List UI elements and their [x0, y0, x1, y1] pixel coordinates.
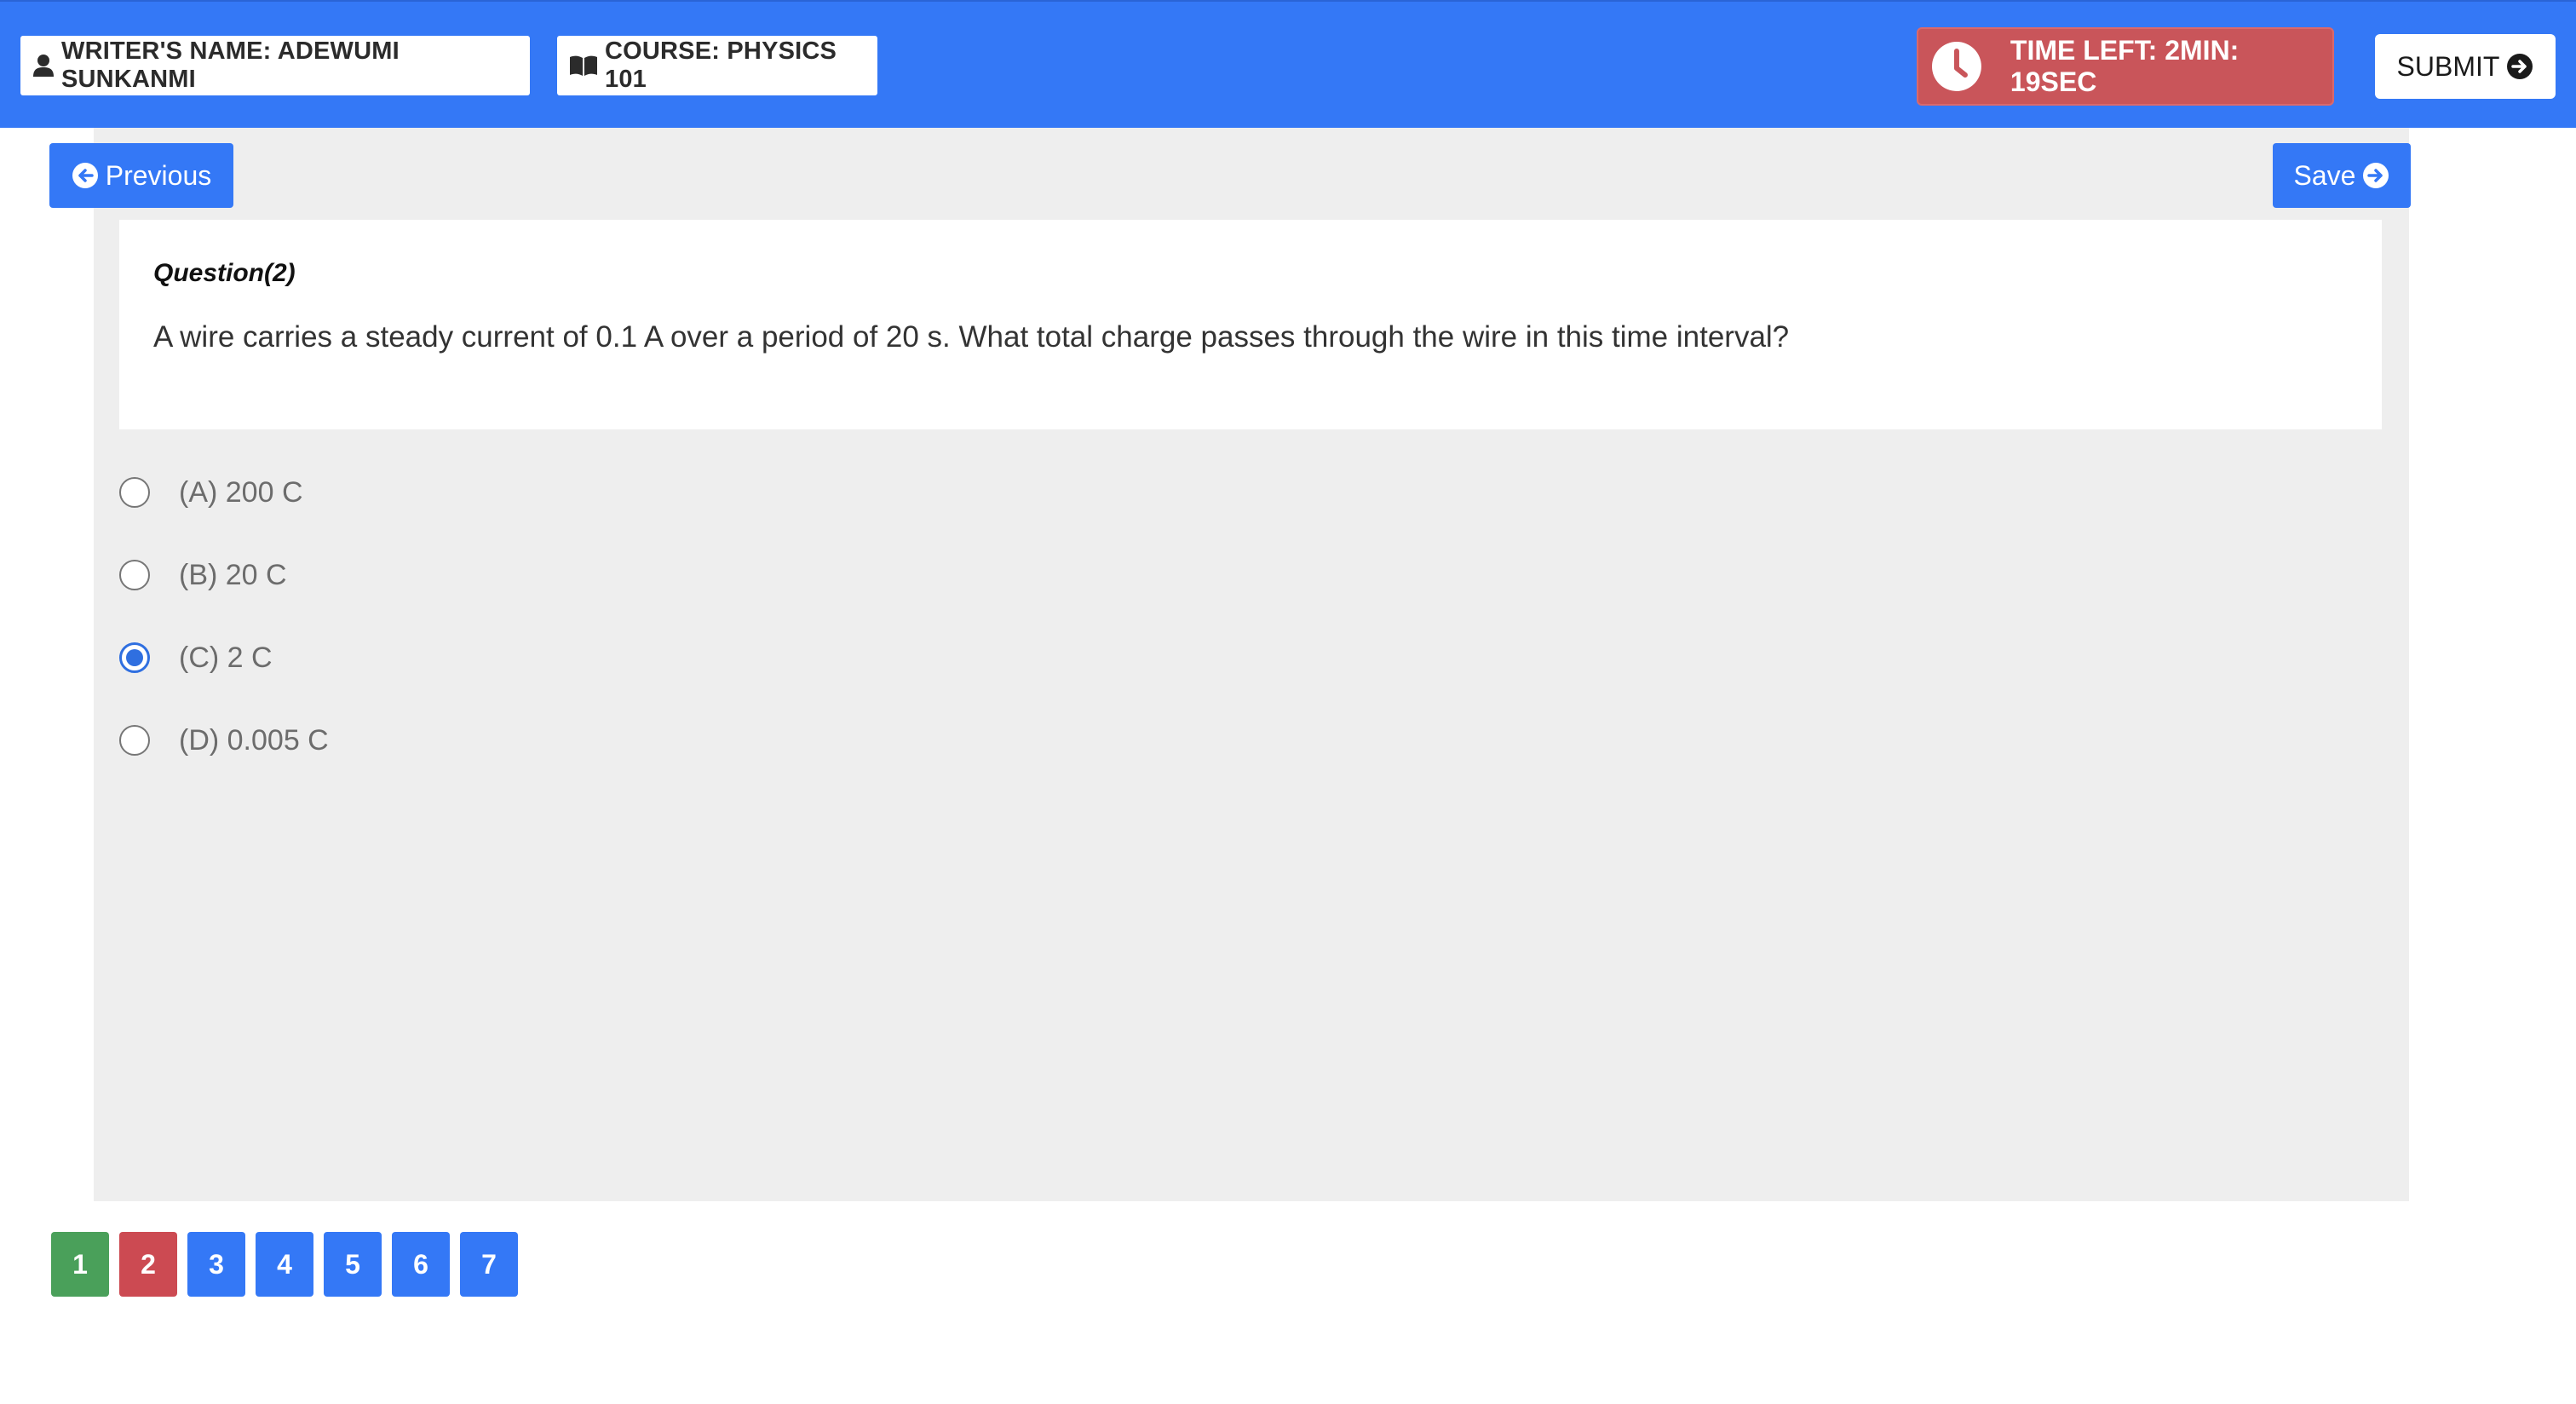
option-label: (D) 0.005 C — [179, 723, 329, 757]
submit-button[interactable]: SUBMIT — [2375, 34, 2556, 99]
option-b[interactable]: (B) 20 C — [119, 555, 287, 596]
option-c[interactable]: (C) 2 C — [119, 637, 273, 678]
page-button-3[interactable]: 3 — [187, 1232, 245, 1297]
question-text: A wire carries a steady current of 0.1 A… — [153, 320, 1790, 354]
course-label: COURSE: PHYSICS 101 — [605, 37, 837, 93]
radio-button-selected[interactable] — [119, 642, 150, 673]
radio-button[interactable] — [119, 477, 150, 508]
arrow-circle-left-icon — [72, 163, 98, 188]
option-label: (B) 20 C — [179, 558, 287, 591]
submit-label: SUBMIT — [2396, 50, 2500, 82]
arrow-circle-right-icon — [2507, 54, 2533, 79]
save-label: Save — [2293, 159, 2356, 191]
page-button-4[interactable]: 4 — [256, 1232, 313, 1297]
question-card: Question(2) A wire carries a steady curr… — [119, 220, 2382, 429]
page-button-6[interactable]: 6 — [392, 1232, 450, 1297]
arrow-circle-right-icon — [2363, 163, 2389, 188]
radio-button[interactable] — [119, 725, 150, 756]
time-left-label: TIME LEFT: 2MIN: 19SEC — [2010, 35, 2240, 97]
option-label: (C) 2 C — [179, 641, 273, 674]
clock-icon — [1931, 42, 1981, 91]
question-pagination: 1 2 3 4 5 6 7 — [51, 1232, 528, 1297]
previous-label: Previous — [105, 159, 212, 191]
previous-button[interactable]: Previous — [49, 143, 233, 208]
radio-button[interactable] — [119, 560, 150, 590]
user-icon — [33, 55, 54, 77]
option-a[interactable]: (A) 200 C — [119, 472, 303, 513]
page-button-7[interactable]: 7 — [460, 1232, 518, 1297]
option-d[interactable]: (D) 0.005 C — [119, 720, 329, 761]
time-left-badge: TIME LEFT: 2MIN: 19SEC — [1917, 27, 2334, 106]
course-badge: COURSE: PHYSICS 101 — [557, 36, 877, 95]
writer-name-badge: WRITER'S NAME: ADEWUMI SUNKANMI — [20, 36, 530, 95]
option-label: (A) 200 C — [179, 475, 303, 509]
page-button-2[interactable]: 2 — [119, 1232, 177, 1297]
save-button[interactable]: Save — [2273, 143, 2411, 208]
question-title: Question(2) — [153, 259, 296, 287]
page-button-1[interactable]: 1 — [51, 1232, 109, 1297]
page-button-5[interactable]: 5 — [324, 1232, 382, 1297]
book-icon — [570, 55, 597, 76]
writer-name-label: WRITER'S NAME: ADEWUMI SUNKANMI — [61, 37, 400, 93]
top-bar: WRITER'S NAME: ADEWUMI SUNKANMI COURSE: … — [0, 0, 2576, 128]
